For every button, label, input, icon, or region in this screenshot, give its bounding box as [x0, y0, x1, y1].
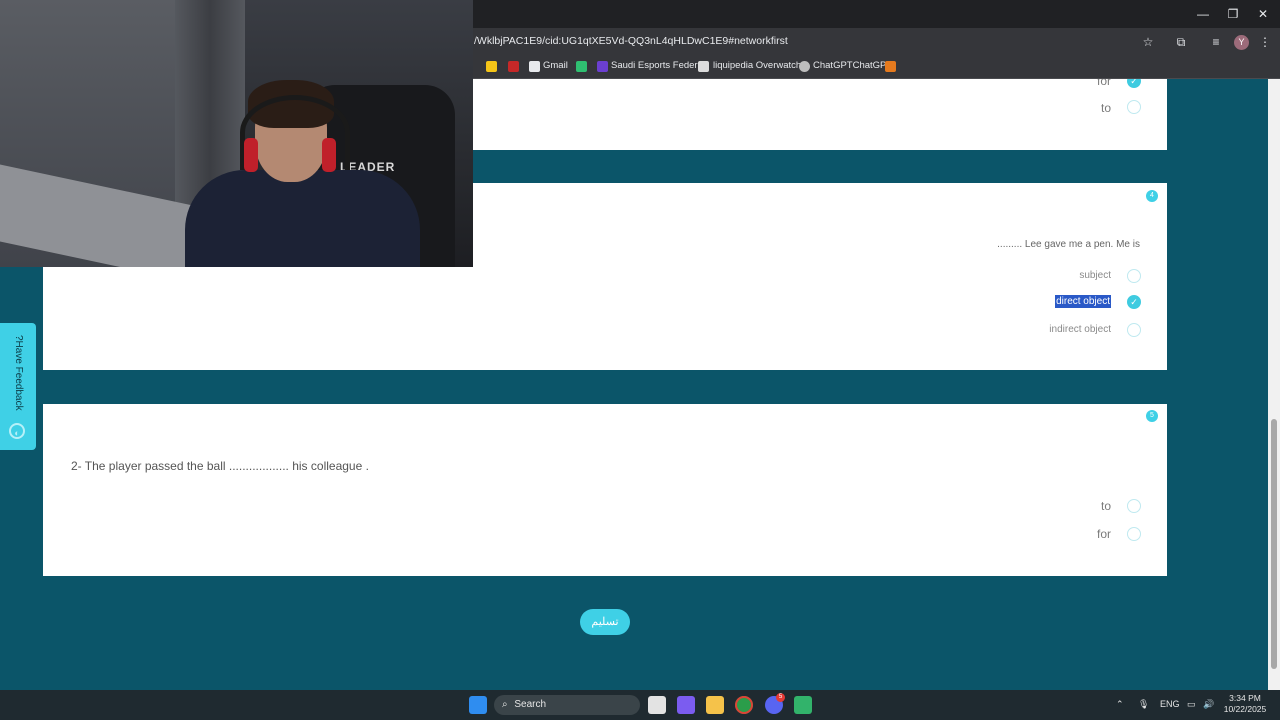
- tray-chevron-icon[interactable]: ⌃: [1116, 699, 1124, 710]
- radio-direct-object[interactable]: ✓: [1127, 295, 1141, 309]
- radio-button[interactable]: [1127, 100, 1141, 114]
- bookmark-red-icon[interactable]: [508, 61, 519, 72]
- chatgpt-icon: [799, 61, 810, 72]
- question-number-badge: 4: [1146, 190, 1158, 202]
- taskbar-search[interactable]: ⌕ Search: [494, 695, 640, 715]
- windows-taskbar: ⌕ Search 5 ⌃ 🎙 ENG ▭ 🔊 3:34 PM 10/22/202…: [0, 690, 1280, 720]
- person-shirt: [185, 170, 420, 267]
- scroll-thumb[interactable]: [1271, 419, 1277, 669]
- option-direct-object[interactable]: direct object: [1055, 295, 1111, 308]
- windows-start-icon[interactable]: [469, 696, 487, 714]
- question-text: ......... Lee gave me a pen. Me is: [997, 239, 1140, 250]
- bookmark-saudi-esports[interactable]: Saudi Esports Feder...: [611, 60, 705, 71]
- media-control-icon[interactable]: ≡: [1208, 34, 1224, 50]
- search-icon: ⌕: [502, 699, 508, 710]
- network-icon[interactable]: ▭: [1187, 699, 1196, 710]
- bookmark-chatgpt[interactable]: ChatGPTChatGPT: [813, 60, 892, 71]
- bookmark-star-icon[interactable]: ☆: [1140, 34, 1156, 50]
- clock-date: 10/22/2025: [1223, 704, 1267, 714]
- copilot-icon[interactable]: [677, 696, 695, 714]
- minimize-icon[interactable]: —: [1188, 4, 1218, 24]
- saudi-esports-icon: [597, 61, 608, 72]
- feedback-tab[interactable]: ?Have Feedback ◐: [0, 323, 36, 450]
- bookmark-orange-icon[interactable]: [885, 61, 896, 72]
- volume-icon[interactable]: 🔊: [1203, 699, 1214, 710]
- webcam-overlay: LEADER: [0, 0, 473, 267]
- app-green-icon[interactable]: [794, 696, 812, 714]
- restore-icon[interactable]: ❐: [1218, 4, 1248, 24]
- gmail-icon: [529, 61, 540, 72]
- question-number-badge: 5: [1146, 410, 1158, 422]
- file-explorer-icon[interactable]: [706, 696, 724, 714]
- bulb-icon[interactable]: [486, 61, 497, 72]
- submit-button[interactable]: تسليم: [580, 609, 630, 635]
- bookmark-liquipedia[interactable]: liquipedia Overwatch: [713, 60, 801, 71]
- option-subject[interactable]: subject: [1079, 270, 1111, 281]
- taskbar-clock[interactable]: 3:34 PM 10/22/2025: [1222, 693, 1268, 715]
- radio-to[interactable]: [1127, 499, 1141, 513]
- option-to[interactable]: to: [1101, 499, 1111, 513]
- profile-avatar[interactable]: Y: [1234, 35, 1249, 50]
- feedback-chat-icon: ◐: [9, 423, 25, 439]
- discord-badge: 5: [776, 693, 785, 702]
- page-scrollbar[interactable]: [1268, 79, 1280, 690]
- store-icon[interactable]: [648, 696, 666, 714]
- search-label: Search: [514, 699, 547, 710]
- microphone-icon[interactable]: 🎙: [1138, 699, 1149, 710]
- liquipedia-icon: [698, 61, 709, 72]
- radio-checked[interactable]: ✓: [1127, 79, 1141, 88]
- close-icon[interactable]: ✕: [1248, 4, 1278, 24]
- option-label[interactable]: for: [1097, 79, 1111, 88]
- radio-indirect-object[interactable]: [1127, 323, 1141, 337]
- extensions-icon[interactable]: ⧉: [1173, 34, 1189, 50]
- clock-time: 3:34 PM: [1229, 693, 1261, 703]
- headset-earcup-right: [322, 138, 336, 172]
- radio-for[interactable]: [1127, 527, 1141, 541]
- radio-subject[interactable]: [1127, 269, 1141, 283]
- bolt-icon[interactable]: [576, 61, 587, 72]
- question-text: 2- The player passed the ball ..........…: [71, 459, 369, 473]
- feedback-label: ?Have Feedback: [13, 335, 24, 411]
- option-indirect-object[interactable]: indirect object: [1049, 324, 1111, 335]
- bookmark-gmail[interactable]: Gmail: [543, 60, 568, 71]
- menu-icon[interactable]: ⋮: [1257, 34, 1273, 50]
- option-label[interactable]: to: [1101, 101, 1111, 115]
- option-for[interactable]: for: [1097, 527, 1111, 541]
- headset-earcup-left: [244, 138, 258, 172]
- url-text[interactable]: /WklbjPAC1E9/cid:UG1qtXE5Vd-QQ3nL4qHLDwC…: [474, 35, 788, 47]
- language-indicator[interactable]: ENG: [1160, 699, 1180, 709]
- chrome-icon[interactable]: [735, 696, 753, 714]
- question-card-5: 5 2- The player passed the ball ........…: [43, 404, 1167, 576]
